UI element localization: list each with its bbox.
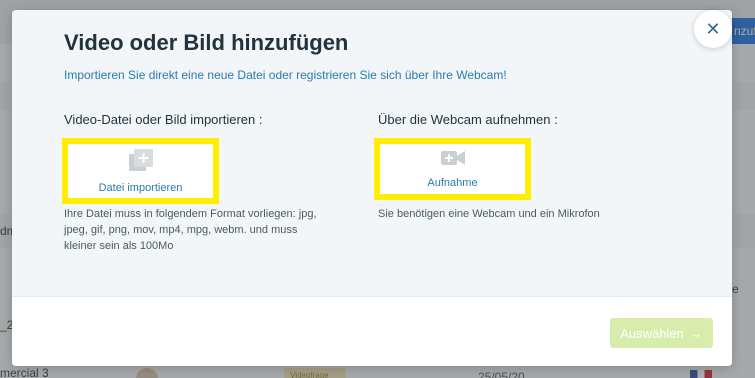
webcam-section-label: Über die Webcam aufnehmen :: [378, 112, 558, 127]
record-webcam-label: Aufnahme: [427, 176, 478, 189]
add-media-modal: Video oder Bild hinzufügen Importieren S…: [12, 10, 732, 366]
select-button-label: Auswählen: [620, 325, 684, 341]
close-icon: ✕: [705, 18, 721, 39]
close-button[interactable]: ✕: [694, 10, 732, 48]
import-file-button[interactable]: Datei importieren: [62, 138, 219, 204]
add-library-icon: [128, 148, 153, 176]
import-file-label: Datei importieren: [98, 181, 183, 194]
select-button[interactable]: Auswählen →: [610, 318, 713, 348]
import-format-hint: Ihre Datei muss in folgendem Format vorl…: [64, 208, 317, 252]
arrow-right-icon: →: [689, 325, 703, 341]
modal-body: Video oder Bild hinzufügen Importieren S…: [12, 10, 732, 296]
import-section-label: Video-Datei oder Bild importieren :: [64, 112, 263, 127]
modal-title: Video oder Bild hinzufügen: [64, 30, 349, 55]
modal-subtitle: Importieren Sie direkt eine neue Datei o…: [64, 68, 507, 82]
webcam-requirement-hint: Sie benötigen eine Webcam und ein Mikrof…: [378, 208, 600, 220]
record-webcam-button[interactable]: Aufnahme: [374, 138, 531, 200]
video-camera-icon: [440, 150, 465, 171]
